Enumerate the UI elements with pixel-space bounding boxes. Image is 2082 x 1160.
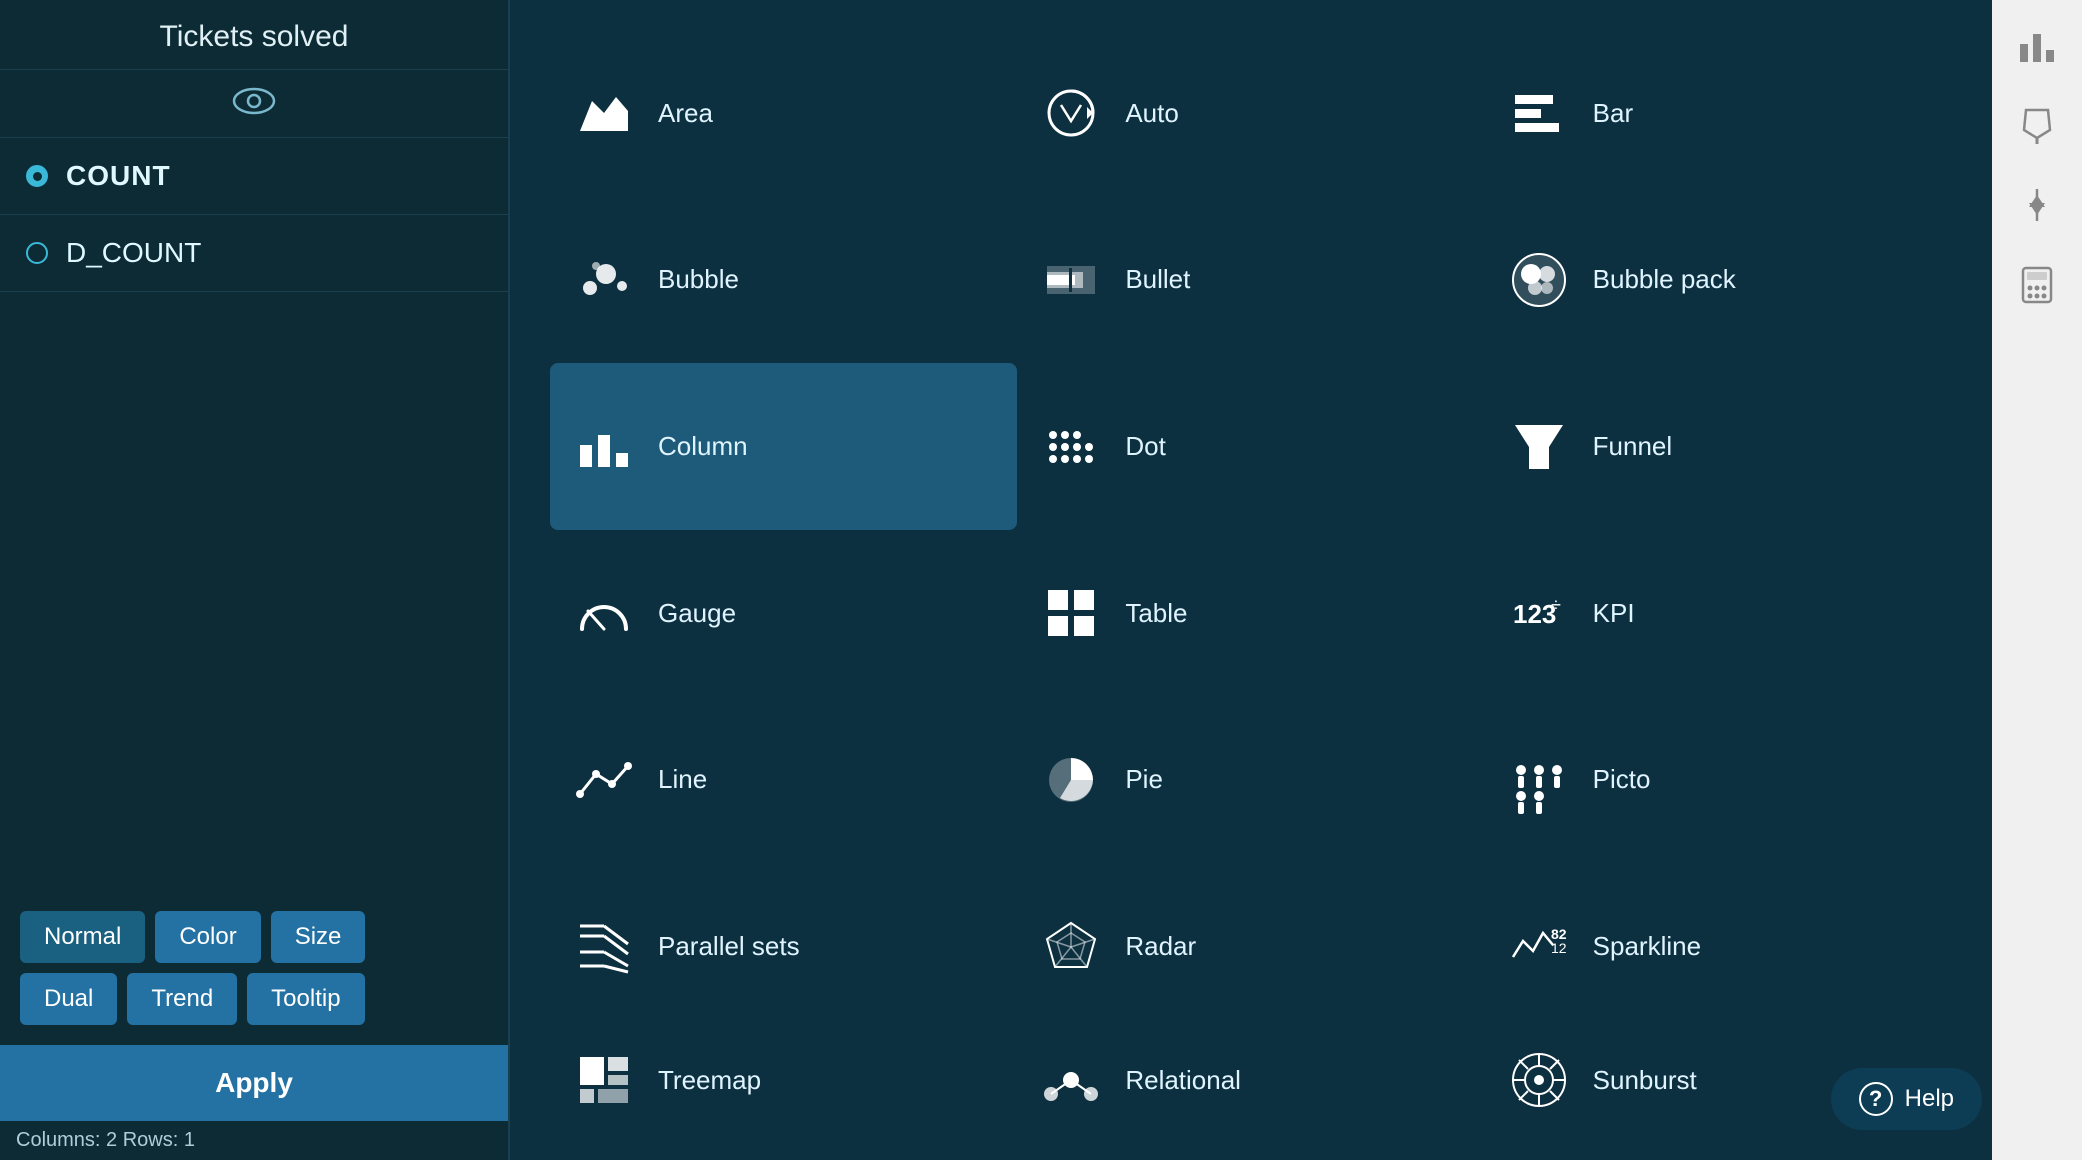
sparkline-label: Sparkline <box>1593 931 1701 962</box>
auto-icon <box>1039 81 1103 145</box>
chart-item-parallel-sets[interactable]: Parallel sets <box>550 863 1017 1030</box>
funnel-label: Funnel <box>1593 431 1673 462</box>
dcount-radio[interactable] <box>26 242 48 264</box>
bullet-label: Bullet <box>1125 264 1190 295</box>
svg-text:12: 12 <box>1551 940 1567 956</box>
chart-picker: Area Auto Bar <box>510 0 1992 1160</box>
kpi-icon: 123 ÷ <box>1507 581 1571 645</box>
brush-icon[interactable] <box>2012 100 2062 150</box>
relational-label: Relational <box>1125 1065 1241 1096</box>
count-label: COUNT <box>66 160 171 192</box>
chart-item-kpi[interactable]: 123 ÷ KPI <box>1485 530 1952 697</box>
chart-item-gauge[interactable]: Gauge <box>550 530 1017 697</box>
kpi-label: KPI <box>1593 598 1635 629</box>
auto-label: Auto <box>1125 98 1179 129</box>
bar-icon <box>1507 81 1571 145</box>
chart-item-dot[interactable]: Dot <box>1017 363 1484 530</box>
table-icon <box>1039 581 1103 645</box>
chart-item-bubble[interactable]: Bubble <box>550 197 1017 364</box>
button-group: Normal Color Size Dual Trend Tooltip <box>0 895 508 1045</box>
trend-button[interactable]: Trend <box>127 973 237 1025</box>
tooltip-button[interactable]: Tooltip <box>247 973 364 1025</box>
size-button[interactable]: Size <box>271 911 366 963</box>
radar-icon <box>1039 915 1103 979</box>
chart-item-table[interactable]: Table <box>1017 530 1484 697</box>
parallel-sets-icon <box>572 915 636 979</box>
picto-label: Picto <box>1593 764 1651 795</box>
svg-text:123: 123 <box>1513 599 1556 629</box>
dcount-row[interactable]: D_COUNT <box>0 215 508 292</box>
bullet-icon <box>1039 248 1103 312</box>
normal-button[interactable]: Normal <box>20 911 145 963</box>
chart-item-bar[interactable]: Bar <box>1485 30 1952 197</box>
dot-icon <box>1039 415 1103 479</box>
chart-item-auto[interactable]: Auto <box>1017 30 1484 197</box>
chart-item-picto[interactable]: Picto <box>1485 697 1952 864</box>
pie-icon <box>1039 748 1103 812</box>
right-sidebar <box>1992 0 2082 1160</box>
chart-item-relational[interactable]: Relational <box>1017 1030 1484 1130</box>
column-label: Column <box>658 431 748 462</box>
help-circle-icon: ? <box>1859 1082 1893 1116</box>
area-label: Area <box>658 98 713 129</box>
relational-icon <box>1039 1048 1103 1112</box>
dual-button[interactable]: Dual <box>20 973 117 1025</box>
dcount-label: D_COUNT <box>66 237 201 269</box>
chart-item-bubble-pack[interactable]: Bubble pack <box>1485 197 1952 364</box>
treemap-icon <box>572 1048 636 1112</box>
dot-label: Dot <box>1125 431 1165 462</box>
bottom-area: Normal Color Size Dual Trend Tooltip App… <box>0 895 508 1160</box>
chart-item-column[interactable]: Column <box>550 363 1017 530</box>
chart-item-line[interactable]: Line <box>550 697 1017 864</box>
table-label: Table <box>1125 598 1187 629</box>
bubble-icon <box>572 248 636 312</box>
eye-row <box>0 70 508 138</box>
count-row[interactable]: COUNT <box>0 138 508 215</box>
treemap-label: Treemap <box>658 1065 761 1096</box>
panel-title: Tickets solved <box>0 0 508 70</box>
parallel-sets-label: Parallel sets <box>658 931 800 962</box>
chart-item-area[interactable]: Area <box>550 30 1017 197</box>
sunburst-label: Sunburst <box>1593 1065 1697 1096</box>
apply-button[interactable]: Apply <box>0 1045 508 1121</box>
funnel-icon <box>1507 415 1571 479</box>
help-button[interactable]: ? Help <box>1831 1068 1982 1130</box>
picto-icon <box>1507 748 1571 812</box>
line-icon <box>572 748 636 812</box>
left-panel: Tickets solved COUNT D_COUNT Normal Colo… <box>0 0 510 1160</box>
radar-label: Radar <box>1125 931 1196 962</box>
calculator-icon[interactable] <box>2012 260 2062 310</box>
gauge-icon <box>572 581 636 645</box>
status-bar: Columns: 2 Rows: 1 <box>0 1121 508 1160</box>
line-label: Line <box>658 764 707 795</box>
color-button[interactable]: Color <box>155 911 260 963</box>
chart-item-pie[interactable]: Pie <box>1017 697 1484 864</box>
chart-item-sparkline[interactable]: 82 12 Sparkline <box>1485 863 1952 1030</box>
chart-item-bullet[interactable]: Bullet <box>1017 197 1484 364</box>
chart-item-treemap[interactable]: Treemap <box>550 1030 1017 1130</box>
bubble-label: Bubble <box>658 264 739 295</box>
btn-row-2: Dual Trend Tooltip <box>20 973 488 1025</box>
help-label: Help <box>1905 1085 1954 1113</box>
sunburst-icon <box>1507 1048 1571 1112</box>
svg-text:÷: ÷ <box>1551 595 1561 615</box>
column-icon <box>572 415 636 479</box>
sort-icon[interactable] <box>2012 180 2062 230</box>
count-radio[interactable] <box>26 165 48 187</box>
chart-item-radar[interactable]: Radar <box>1017 863 1484 1030</box>
area-icon <box>572 81 636 145</box>
bar-chart-icon[interactable] <box>2012 20 2062 70</box>
gauge-label: Gauge <box>658 598 736 629</box>
bubble-pack-label: Bubble pack <box>1593 264 1736 295</box>
chart-item-funnel[interactable]: Funnel <box>1485 363 1952 530</box>
btn-row-1: Normal Color Size <box>20 911 488 963</box>
sparkline-icon: 82 12 <box>1507 915 1571 979</box>
bubble-pack-icon <box>1507 248 1571 312</box>
bar-label: Bar <box>1593 98 1633 129</box>
eye-icon[interactable] <box>232 86 276 121</box>
pie-label: Pie <box>1125 764 1163 795</box>
